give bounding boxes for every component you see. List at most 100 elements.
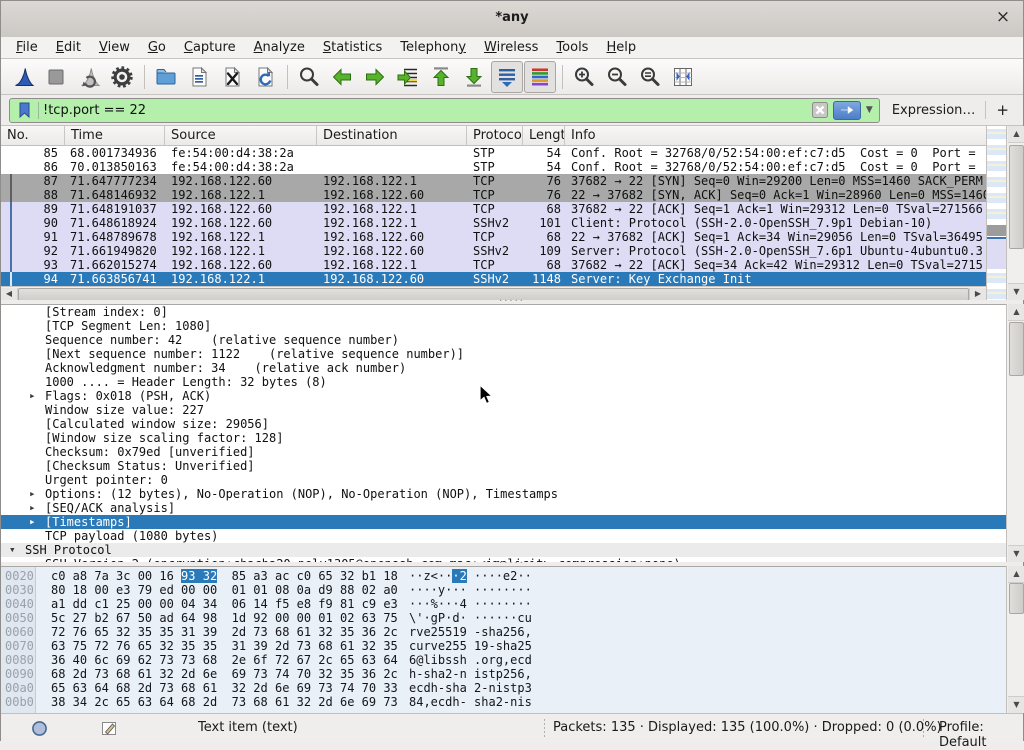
detail-row[interactable]: ▾SSH Protocol — [1, 543, 1006, 557]
hex-row-0030[interactable]: 003080 18 00 e3 79 ed 00 00 01 01 08 0a … — [1, 583, 1006, 597]
detail-row[interactable]: [Calculated window size: 29056] — [1, 417, 1006, 431]
hex-row-0050[interactable]: 00505c 27 b2 67 50 ad 64 98 1d 92 00 00 … — [1, 611, 1006, 625]
bytes-scrollbar[interactable]: ▲ ▼ — [1006, 566, 1024, 713]
profile-status[interactable]: Profile: Default — [939, 720, 1023, 750]
scroll-right-icon[interactable]: ▶ — [969, 288, 986, 300]
find-packet-button[interactable] — [293, 61, 325, 93]
packet-row-85[interactable]: 8568.001734936fe:54:00:d4:38:2aSTP54Conf… — [1, 146, 986, 160]
scroll-down-icon[interactable]: ▼ — [1008, 283, 1024, 300]
details-scroll-thumb[interactable] — [1009, 322, 1024, 376]
detail-row[interactable]: ▸Options: (12 bytes), No-Operation (NOP)… — [1, 487, 1006, 501]
column-header-length[interactable]: Length — [523, 126, 565, 145]
menu-wireless[interactable]: Wireless — [475, 38, 547, 58]
expander-icon[interactable]: ▸ — [29, 515, 45, 529]
hex-row-0040[interactable]: 0040a1 dd c1 25 00 00 04 34 06 14 f5 e8 … — [1, 597, 1006, 611]
menu-file[interactable]: File — [7, 38, 47, 58]
filter-dropdown-caret[interactable]: ▼ — [866, 105, 873, 115]
clear-filter-icon[interactable] — [811, 101, 829, 119]
hex-row-0080[interactable]: 008036 40 6c 69 62 73 73 68 2e 6f 72 67 … — [1, 653, 1006, 667]
packet-row-89[interactable]: 8971.648191037192.168.122.60192.168.122.… — [1, 202, 986, 216]
menu-help[interactable]: Help — [597, 38, 645, 58]
zoom-reset-button[interactable] — [634, 61, 666, 93]
packet-list-scrollbar[interactable]: ▲ ▼ — [1006, 126, 1024, 300]
menu-view[interactable]: View — [90, 38, 139, 58]
filter-text[interactable]: !tcp.port == 22 — [43, 103, 811, 118]
menu-go[interactable]: Go — [139, 38, 175, 58]
scroll-down-icon[interactable]: ▼ — [1008, 545, 1024, 562]
resize-columns-button[interactable] — [667, 61, 699, 93]
expander-icon[interactable]: ▸ — [29, 389, 45, 403]
packet-row-87[interactable]: 8771.647777234192.168.122.60192.168.122.… — [1, 174, 986, 188]
go-to-packet-button[interactable] — [392, 61, 424, 93]
scroll-up-icon[interactable]: ▲ — [1008, 126, 1024, 143]
detail-row[interactable]: ▸[SEQ/ACK analysis] — [1, 501, 1006, 515]
expander-icon[interactable]: ▸ — [29, 501, 45, 515]
scroll-down-icon[interactable]: ▼ — [1008, 696, 1024, 713]
column-header-info[interactable]: Info — [565, 126, 986, 145]
close-button[interactable]: × — [993, 8, 1013, 28]
packet-list-minimap[interactable] — [986, 126, 1006, 300]
expert-info-icon[interactable] — [31, 720, 48, 737]
bookmark-icon[interactable] — [16, 101, 34, 119]
detail-row[interactable]: ▸Flags: 0x018 (PSH, ACK) — [1, 389, 1006, 403]
go-back-button[interactable] — [326, 61, 358, 93]
detail-row[interactable]: [Window size scaling factor: 128] — [1, 431, 1006, 445]
menu-telephony[interactable]: Telephony — [391, 38, 475, 58]
details-scrollbar[interactable]: ▲ ▼ — [1006, 304, 1024, 562]
go-forward-button[interactable] — [359, 61, 391, 93]
bytes-scroll-thumb[interactable] — [1009, 583, 1024, 614]
go-last-button[interactable] — [458, 61, 490, 93]
stop-capture-button[interactable] — [40, 61, 72, 93]
column-header-time[interactable]: Time — [65, 126, 165, 145]
packet-row-92[interactable]: 9271.661949820192.168.122.1192.168.122.6… — [1, 244, 986, 258]
packet-row-88[interactable]: 8871.648146932192.168.122.1192.168.122.6… — [1, 188, 986, 202]
packet-row-86[interactable]: 8670.013850163fe:54:00:d4:38:2aSTP54Conf… — [1, 160, 986, 174]
detail-row[interactable]: [Next sequence number: 1122 (relative se… — [1, 347, 1006, 361]
menu-capture[interactable]: Capture — [175, 38, 245, 58]
packet-row-91[interactable]: 9171.648789678192.168.122.1192.168.122.6… — [1, 230, 986, 244]
capture-comment-icon[interactable] — [101, 720, 118, 737]
hex-row-0070[interactable]: 007063 75 72 76 65 32 35 35 31 39 2d 73 … — [1, 639, 1006, 653]
apply-filter-button[interactable] — [833, 101, 861, 120]
packet-list-hscrollbar[interactable]: ◀ ▶ — [1, 286, 986, 300]
save-file-button[interactable] — [183, 61, 215, 93]
zoom-out-button[interactable] — [601, 61, 633, 93]
detail-row[interactable]: [Stream index: 0] — [1, 305, 1006, 319]
zoom-in-button[interactable] — [568, 61, 600, 93]
scroll-up-icon[interactable]: ▲ — [1008, 304, 1024, 321]
detail-row[interactable]: [Checksum Status: Unverified] — [1, 459, 1006, 473]
menu-tools[interactable]: Tools — [547, 38, 597, 58]
go-first-button[interactable] — [425, 61, 457, 93]
hex-row-0020[interactable]: 0020c0 a8 7a 3c 00 16 93 32 85 a3 ac c0 … — [1, 569, 1006, 583]
expander-icon[interactable]: ▾ — [9, 543, 25, 557]
close-file-button[interactable] — [216, 61, 248, 93]
hex-row-00b0[interactable]: 00b038 34 2c 65 63 64 68 2d 73 68 61 32 … — [1, 695, 1006, 709]
menu-analyze[interactable]: Analyze — [245, 38, 314, 58]
add-filter-button[interactable]: + — [996, 101, 1009, 119]
detail-row[interactable]: Acknowledgment number: 34 (relative ack … — [1, 361, 1006, 375]
detail-row[interactable]: [TCP Segment Len: 1080] — [1, 319, 1006, 333]
display-filter-input[interactable]: !tcp.port == 22 ▼ — [9, 98, 880, 123]
open-file-button[interactable] — [150, 61, 182, 93]
auto-scroll-button[interactable] — [491, 61, 523, 93]
scroll-left-icon[interactable]: ◀ — [1, 288, 18, 300]
scroll-up-icon[interactable]: ▲ — [1008, 566, 1024, 583]
start-capture-button[interactable] — [7, 61, 39, 93]
restart-capture-button[interactable] — [73, 61, 105, 93]
column-header-destination[interactable]: Destination — [317, 126, 467, 145]
detail-row[interactable]: Window size value: 227 — [1, 403, 1006, 417]
colorize-button[interactable] — [524, 61, 556, 93]
detail-row[interactable]: Sequence number: 42 (relative sequence n… — [1, 333, 1006, 347]
detail-row[interactable]: TCP payload (1080 bytes) — [1, 529, 1006, 543]
detail-row[interactable]: 1000 .... = Header Length: 32 bytes (8) — [1, 375, 1006, 389]
hex-row-0090[interactable]: 009068 2d 73 68 61 32 2d 6e 69 73 74 70 … — [1, 667, 1006, 681]
column-header-source[interactable]: Source — [165, 126, 317, 145]
capture-options-button[interactable] — [106, 61, 138, 93]
packet-row-94[interactable]: 9471.663856741192.168.122.1192.168.122.6… — [1, 272, 986, 286]
expression-button[interactable]: Expression… — [892, 103, 976, 118]
column-header-protocol[interactable]: Protocol — [467, 126, 523, 145]
expander-icon[interactable]: ▸ — [29, 487, 45, 501]
hex-row-00a0[interactable]: 00a065 63 64 68 2d 73 68 61 32 2d 6e 69 … — [1, 681, 1006, 695]
menu-statistics[interactable]: Statistics — [314, 38, 391, 58]
hex-row-0060[interactable]: 006072 76 65 32 35 35 31 39 2d 73 68 61 … — [1, 625, 1006, 639]
